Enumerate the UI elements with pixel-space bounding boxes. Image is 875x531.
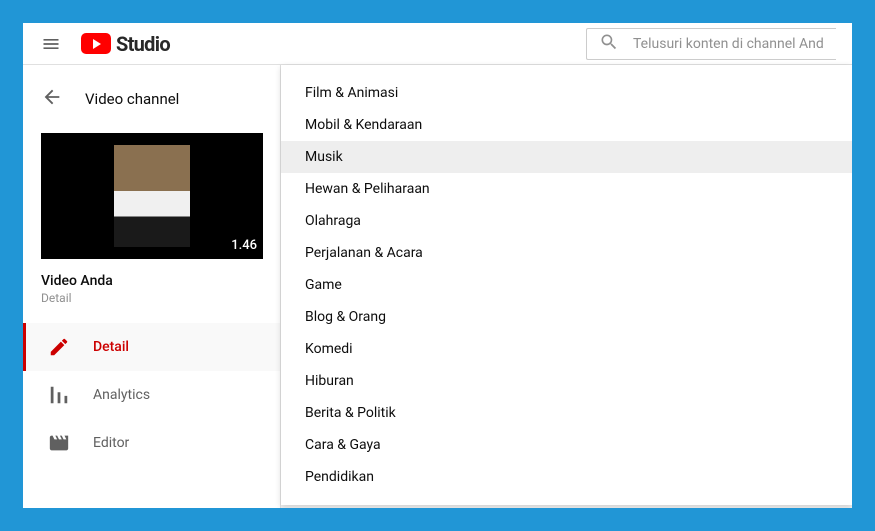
main-area: Film & AnimasiMobil & KendaraanMusikHewa… — [281, 65, 852, 508]
video-subtitle: Detail — [41, 291, 262, 305]
category-option[interactable]: Hewan & Peliharaan — [281, 173, 852, 205]
hamburger-menu-button[interactable] — [39, 32, 63, 56]
category-option[interactable]: Musik — [281, 141, 852, 173]
category-option[interactable]: Komedi — [281, 333, 852, 365]
topbar: Studio Telusuri konten di channel Anda — [23, 23, 852, 65]
app-window: Studio Telusuri konten di channel Anda V… — [23, 23, 852, 508]
nav-item-editor[interactable]: Editor — [23, 419, 280, 467]
sidebar-nav: Detail Analytics Editor — [23, 323, 280, 467]
thumbnail-image — [114, 145, 190, 247]
nav-item-analytics[interactable]: Analytics — [23, 371, 280, 419]
category-option[interactable]: Berita & Politik — [281, 397, 852, 429]
nav-label: Detail — [93, 339, 129, 355]
category-option[interactable]: Mobil & Kendaraan — [281, 109, 852, 141]
content: Video channel 1.46 Video Anda Detail Det… — [23, 65, 852, 508]
pencil-icon — [47, 335, 71, 359]
search-input[interactable]: Telusuri konten di channel Anda — [586, 28, 836, 60]
editor-icon — [47, 431, 71, 455]
category-option[interactable]: Perjalanan & Acara — [281, 237, 852, 269]
analytics-icon — [47, 383, 71, 407]
search-icon — [599, 32, 619, 56]
sidebar: Video channel 1.46 Video Anda Detail Det… — [23, 65, 281, 508]
video-thumbnail[interactable]: 1.46 — [41, 133, 263, 259]
studio-brand-text: Studio — [116, 32, 170, 56]
category-dropdown[interactable]: Film & AnimasiMobil & KendaraanMusikHewa… — [281, 65, 852, 505]
category-option[interactable]: Olahraga — [281, 205, 852, 237]
nav-label: Analytics — [93, 387, 150, 403]
search-placeholder: Telusuri konten di channel Anda — [633, 36, 824, 52]
category-option[interactable]: Film & Animasi — [281, 77, 852, 109]
breadcrumb-back[interactable]: Video channel — [23, 79, 280, 119]
video-duration: 1.46 — [231, 238, 257, 253]
hamburger-icon — [41, 34, 61, 54]
nav-item-detail[interactable]: Detail — [23, 323, 280, 371]
category-option[interactable]: Blog & Orang — [281, 301, 852, 333]
category-option[interactable]: Hiburan — [281, 365, 852, 397]
play-icon — [93, 39, 101, 49]
youtube-icon — [81, 33, 111, 54]
video-title: Video Anda — [41, 273, 262, 289]
category-option[interactable]: Cara & Gaya — [281, 429, 852, 461]
category-option[interactable]: Pendidikan — [281, 461, 852, 493]
breadcrumb-label: Video channel — [85, 90, 179, 108]
nav-label: Editor — [93, 435, 129, 451]
category-option[interactable]: Game — [281, 269, 852, 301]
studio-logo[interactable]: Studio — [81, 32, 170, 56]
arrow-left-icon — [41, 86, 63, 112]
